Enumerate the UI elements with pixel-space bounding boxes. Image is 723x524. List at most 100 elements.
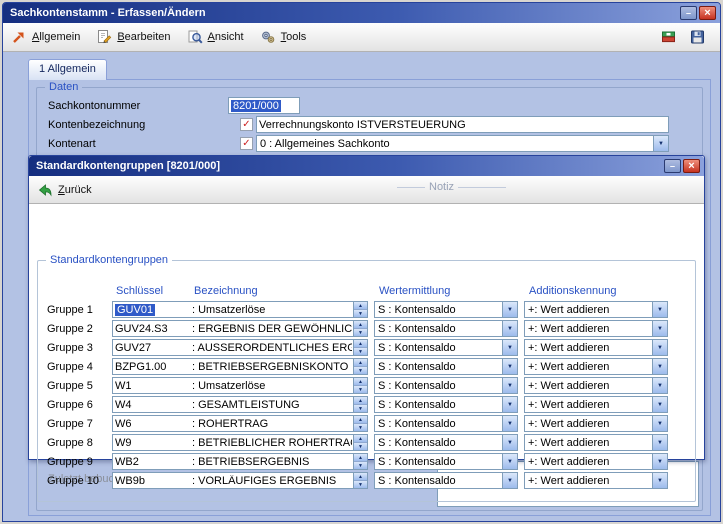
- additionskennung-combobox[interactable]: +: Wert addieren ▼: [524, 320, 668, 337]
- kontenbezeichnung-checkbox[interactable]: ✓: [240, 118, 253, 131]
- menu-ansicht[interactable]: Ansicht: [187, 29, 244, 45]
- additionskennung-combobox[interactable]: +: Wert addieren ▼: [524, 339, 668, 356]
- chevron-down-icon: ▼: [507, 364, 513, 370]
- wertermittlung-combobox[interactable]: S : Kontensaldo ▼: [374, 396, 518, 413]
- key-combobox[interactable]: WB9b : VORLÄUFIGES ERGEBNIS ▲▼: [112, 472, 368, 489]
- dropdown-button[interactable]: ▼: [502, 435, 517, 450]
- dropdown-button[interactable]: ▼: [652, 435, 667, 450]
- chevron-down-icon: ▼: [507, 459, 513, 465]
- close-button[interactable]: ×: [699, 6, 716, 20]
- spinner-button[interactable]: ▲▼: [353, 302, 367, 317]
- menu-allgemein[interactable]: Allgemein: [11, 29, 80, 45]
- wertermittlung-combobox[interactable]: S : Kontensaldo ▼: [374, 472, 518, 489]
- spinner-down-icon: ▼: [354, 386, 367, 393]
- kontenbezeichnung-input[interactable]: Verrechnungskonto ISTVERSTEUERUNG: [256, 116, 669, 133]
- wertermittlung-value: S : Kontensaldo: [378, 304, 456, 316]
- chevron-down-icon: ▼: [507, 402, 513, 408]
- chevron-down-icon: ▼: [657, 478, 663, 484]
- key-combobox[interactable]: GUV27 : AUSSERORDENTLICHES ERGEBNIS ▲▼: [112, 339, 368, 356]
- spinner-down-icon: ▼: [354, 310, 367, 317]
- description-value: : GESAMTLEISTUNG: [192, 399, 352, 411]
- additionskennung-combobox[interactable]: +: Wert addieren ▼: [524, 301, 668, 318]
- wertermittlung-combobox[interactable]: S : Kontensaldo ▼: [374, 301, 518, 318]
- save-icon[interactable]: [689, 29, 706, 45]
- description-value: : BETRIEBLICHER ROHERTRAG: [192, 437, 352, 449]
- column-header-bezeichnung: Bezeichnung: [194, 285, 258, 297]
- dropdown-button[interactable]: ▼: [502, 378, 517, 393]
- sachkontonummer-input[interactable]: 8201/000: [228, 97, 300, 114]
- key-combobox[interactable]: W4 : GESAMTLEISTUNG ▲▼: [112, 396, 368, 413]
- additionskennung-combobox[interactable]: +: Wert addieren ▼: [524, 415, 668, 432]
- table-row: Gruppe 10 WB9b : VORLÄUFIGES ERGEBNIS ▲▼…: [47, 472, 686, 489]
- spinner-button[interactable]: ▲▼: [353, 359, 367, 374]
- tab-allgemein-label: 1 Allgemein: [39, 63, 96, 75]
- spinner-down-icon: ▼: [354, 462, 367, 469]
- dropdown-button[interactable]: ▼: [652, 397, 667, 412]
- kontenart-checkbox[interactable]: ✓: [240, 137, 253, 150]
- dropdown-button[interactable]: ▼: [652, 378, 667, 393]
- wertermittlung-combobox[interactable]: S : Kontensaldo ▼: [374, 377, 518, 394]
- dropdown-button[interactable]: ▼: [502, 416, 517, 431]
- key-combobox[interactable]: W9 : BETRIEBLICHER ROHERTRAG ▲▼: [112, 434, 368, 451]
- kontenart-combobox[interactable]: 0 : Allgemeines Sachkonto ▼: [256, 135, 669, 152]
- dropdown-button[interactable]: ▼: [652, 359, 667, 374]
- package-icon[interactable]: [660, 29, 677, 45]
- dropdown-button[interactable]: ▼: [502, 454, 517, 469]
- key-combobox[interactable]: W6 : ROHERTRAG ▲▼: [112, 415, 368, 432]
- spinner-button[interactable]: ▲▼: [353, 454, 367, 469]
- key-combobox[interactable]: BZPG1.00 : BETRIEBSERGEBNISKONTO ▲▼: [112, 358, 368, 375]
- tab-allgemein[interactable]: 1 Allgemein: [28, 59, 107, 80]
- spinner-button[interactable]: ▲▼: [353, 435, 367, 450]
- wertermittlung-combobox[interactable]: S : Kontensaldo ▼: [374, 453, 518, 470]
- dropdown-button[interactable]: ▼: [652, 321, 667, 336]
- table-row: Gruppe 5 W1 : Umsatzerlöse ▲▼ S : Konten…: [47, 377, 686, 394]
- additionskennung-combobox[interactable]: +: Wert addieren ▼: [524, 472, 668, 489]
- key-combobox[interactable]: GUV24.S3 : ERGEBNIS DER GEWÖHNLICHEN GES…: [112, 320, 368, 337]
- dropdown-button[interactable]: ▼: [652, 302, 667, 317]
- additionskennung-combobox[interactable]: +: Wert addieren ▼: [524, 396, 668, 413]
- row-label: Gruppe 7: [47, 418, 112, 430]
- spinner-button[interactable]: ▲▼: [353, 378, 367, 393]
- minimize-button[interactable]: –: [680, 6, 697, 20]
- additionskennung-combobox[interactable]: +: Wert addieren ▼: [524, 358, 668, 375]
- wertermittlung-combobox[interactable]: S : Kontensaldo ▼: [374, 415, 518, 432]
- additionskennung-value: +: Wert addieren: [528, 456, 609, 468]
- key-value: W4: [115, 399, 192, 411]
- spinner-button[interactable]: ▲▼: [353, 416, 367, 431]
- spinner-button[interactable]: ▲▼: [353, 321, 367, 336]
- key-combobox[interactable]: W1 : Umsatzerlöse ▲▼: [112, 377, 368, 394]
- wertermittlung-combobox[interactable]: S : Kontensaldo ▼: [374, 358, 518, 375]
- dropdown-button[interactable]: ▼: [502, 359, 517, 374]
- additionskennung-combobox[interactable]: +: Wert addieren ▼: [524, 434, 668, 451]
- dropdown-button[interactable]: ▼: [652, 416, 667, 431]
- dropdown-button[interactable]: ▼: [653, 136, 668, 151]
- row-label: Gruppe 2: [47, 323, 112, 335]
- additionskennung-combobox[interactable]: +: Wert addieren ▼: [524, 377, 668, 394]
- dropdown-button[interactable]: ▼: [502, 473, 517, 488]
- spinner-button[interactable]: ▲▼: [353, 397, 367, 412]
- wertermittlung-combobox[interactable]: S : Kontensaldo ▼: [374, 434, 518, 451]
- kontenbezeichnung-value: Verrechnungskonto ISTVERSTEUERUNG: [259, 119, 466, 131]
- additionskennung-value: +: Wert addieren: [528, 304, 609, 316]
- dropdown-button[interactable]: ▼: [652, 454, 667, 469]
- dropdown-button[interactable]: ▼: [652, 340, 667, 355]
- dropdown-button[interactable]: ▼: [502, 340, 517, 355]
- key-combobox[interactable]: WB2 : BETRIEBSERGEBNIS ▲▼: [112, 453, 368, 470]
- dialog-close-button[interactable]: ×: [683, 159, 700, 173]
- dropdown-button[interactable]: ▼: [502, 302, 517, 317]
- back-button[interactable]: Zurück: [37, 182, 92, 198]
- table-row: Gruppe 3 GUV27 : AUSSERORDENTLICHES ERGE…: [47, 339, 686, 356]
- dropdown-button[interactable]: ▼: [652, 473, 667, 488]
- dropdown-button[interactable]: ▼: [502, 397, 517, 412]
- spinner-button[interactable]: ▲▼: [353, 340, 367, 355]
- wertermittlung-combobox[interactable]: S : Kontensaldo ▼: [374, 339, 518, 356]
- row-label: Gruppe 3: [47, 342, 112, 354]
- key-combobox[interactable]: GUV01 : Umsatzerlöse ▲▼: [112, 301, 368, 318]
- dropdown-button[interactable]: ▼: [502, 321, 517, 336]
- dialog-minimize-button[interactable]: –: [664, 159, 681, 173]
- additionskennung-combobox[interactable]: +: Wert addieren ▼: [524, 453, 668, 470]
- spinner-button[interactable]: ▲▼: [353, 473, 367, 488]
- wertermittlung-combobox[interactable]: S : Kontensaldo ▼: [374, 320, 518, 337]
- menu-tools[interactable]: Tools: [260, 29, 307, 45]
- menu-bearbeiten[interactable]: Bearbeiten: [96, 29, 170, 45]
